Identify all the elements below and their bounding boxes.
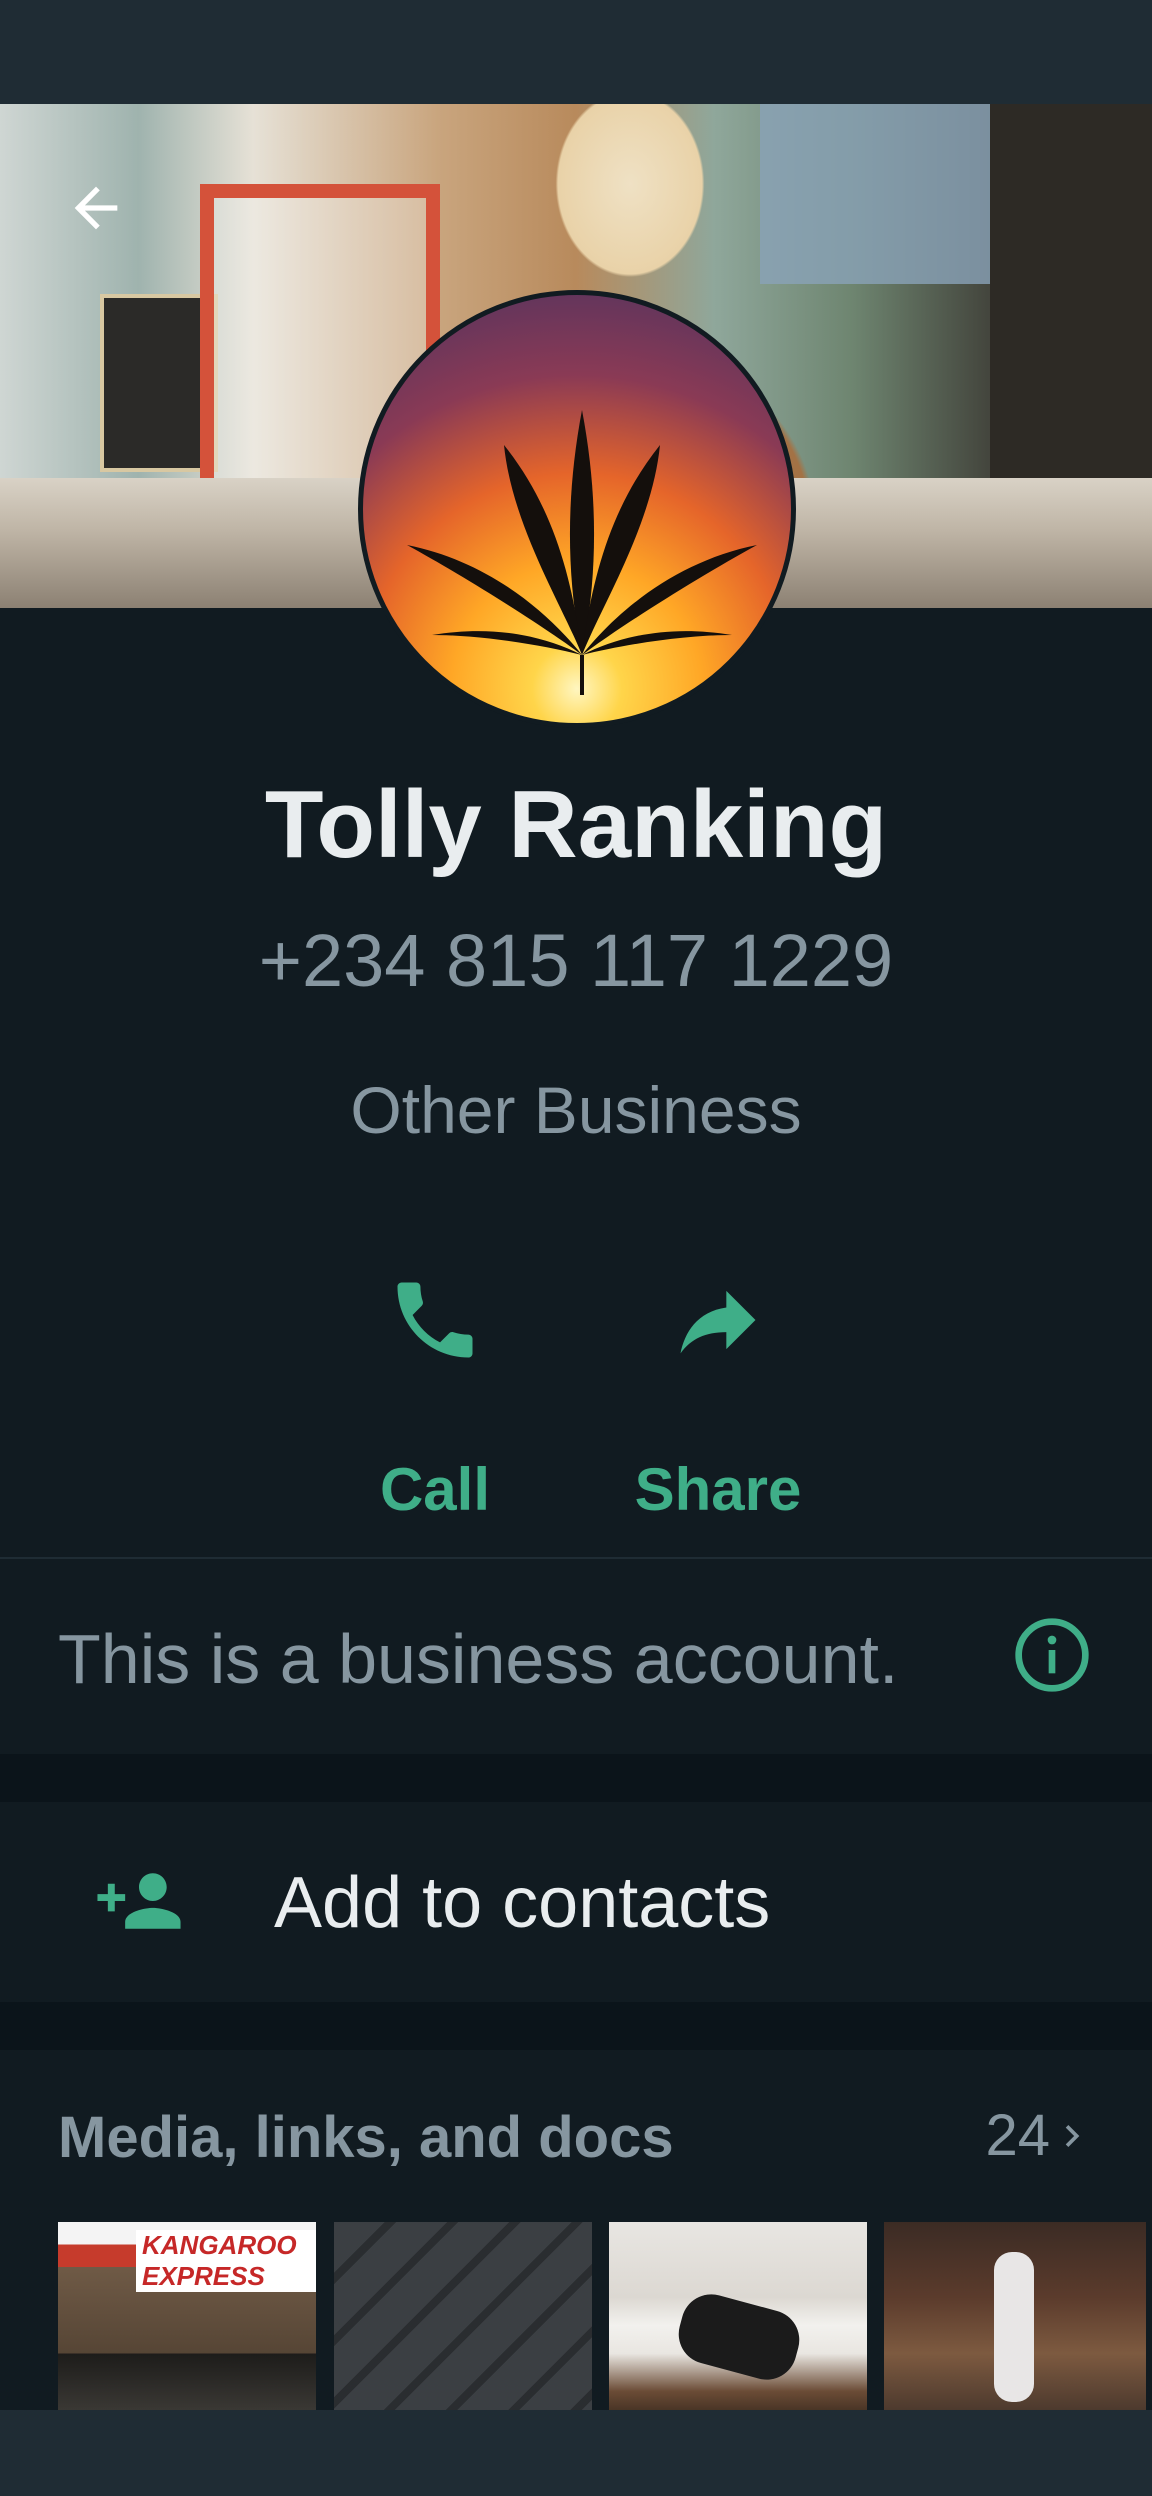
add-to-contacts-row[interactable]: Add to contacts <box>0 1802 1152 2002</box>
section-gap <box>0 1754 1152 1802</box>
media-title: Media, links, and docs <box>58 2105 674 2170</box>
profile-avatar[interactable] <box>358 290 796 728</box>
business-account-text: This is a business account. <box>58 1620 899 1698</box>
back-button[interactable] <box>58 170 134 246</box>
cover-panel <box>990 104 1152 484</box>
media-thumbnail[interactable]: KANGAROO EXPRESS <box>58 2222 316 2410</box>
section-gap <box>0 2002 1152 2050</box>
media-thumbnail[interactable] <box>334 2222 592 2410</box>
media-thumbnail[interactable] <box>609 2222 867 2410</box>
add-to-contacts-label: Add to contacts <box>274 1863 771 1943</box>
status-bar <box>0 0 1152 104</box>
business-category: Other Business <box>350 1073 802 1147</box>
media-count: 24 <box>985 2103 1050 2168</box>
contact-phone: +234 815 117 1229 <box>258 919 894 1002</box>
contact-name: Tolly Ranking <box>264 771 888 878</box>
call-label: Call <box>379 1456 491 1523</box>
call-button[interactable]: Call <box>320 1265 550 1524</box>
arrow-back-icon <box>74 186 118 230</box>
phone-icon <box>397 1282 473 1358</box>
share-icon <box>680 1290 756 1354</box>
share-button[interactable]: Share <box>603 1265 833 1524</box>
leaf-image <box>407 410 757 695</box>
thumbnail-figure <box>671 2287 807 2387</box>
info-icon[interactable] <box>1012 1615 1092 1695</box>
media-count-link[interactable]: 24 <box>985 2102 1094 2169</box>
thumbnail-sign-text: KANGAROO EXPRESS <box>136 2230 316 2292</box>
navigation-bar <box>0 2410 1152 2496</box>
media-section: Media, links, and docs 24 KANGAROO EXPRE… <box>0 2050 1152 2410</box>
share-label: Share <box>634 1456 802 1523</box>
media-thumbnail[interactable] <box>884 2222 1146 2410</box>
thumbnail-figure <box>994 2252 1034 2402</box>
business-account-notice[interactable]: This is a business account. <box>0 1559 1152 1754</box>
chevron-right-icon <box>1065 2124 1080 2147</box>
person-add-icon <box>97 1873 181 1929</box>
